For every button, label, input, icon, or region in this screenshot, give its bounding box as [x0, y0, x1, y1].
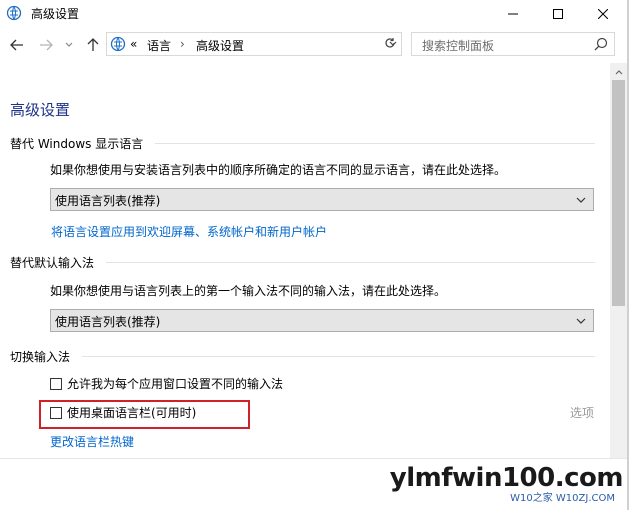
change-hotkey-link[interactable]: 更改语言栏热键	[50, 433, 134, 450]
refresh-icon	[384, 37, 396, 52]
search-placeholder: 搜索控制面板	[422, 39, 495, 53]
display-language-select-value: 使用语言列表(推荐)	[55, 194, 161, 208]
settings-content: 高级设置 替代 Windows 显示语言 如果你想使用与安装语言列表中的顺序所确…	[0, 63, 610, 458]
close-button[interactable]	[580, 0, 625, 27]
section-divider	[106, 262, 595, 263]
search-input[interactable]: 搜索控制面板	[411, 32, 615, 56]
display-language-select[interactable]: 使用语言列表(推荐)	[50, 188, 594, 211]
breadcrumb-overflow[interactable]: «	[130, 37, 137, 51]
breadcrumb-language[interactable]: 语言	[147, 37, 171, 54]
window-title: 高级设置	[31, 7, 80, 21]
language-bar-options-link[interactable]: 选项	[570, 404, 594, 421]
watermark-sub: W10之家 W10ZJ.COM	[510, 493, 615, 504]
display-language-heading: 替代 Windows 显示语言	[10, 137, 144, 151]
per-app-input-checkbox[interactable]	[50, 377, 62, 390]
annotation-highlight-box	[39, 400, 250, 429]
default-input-select[interactable]: 使用语言列表(推荐)	[50, 309, 594, 332]
up-arrow-icon[interactable]	[83, 35, 103, 55]
forward-arrow-icon[interactable]	[36, 35, 56, 55]
chevron-down-icon	[575, 194, 587, 206]
title-bar: 高级设置	[0, 0, 629, 27]
language-location-icon	[110, 36, 126, 52]
chevron-down-icon	[575, 315, 587, 327]
section-divider	[155, 143, 595, 144]
page-title: 高级设置	[10, 101, 71, 119]
display-language-description: 如果你想使用与安装语言列表中的顺序所确定的语言不同的显示语言，请在此处选择。	[50, 163, 507, 177]
address-bar[interactable]: « 语言 › 高级设置	[106, 32, 402, 56]
per-app-input-label: 允许我为每个应用窗口设置不同的输入法	[67, 377, 284, 391]
language-app-icon	[6, 5, 22, 21]
per-app-input-option[interactable]: 允许我为每个应用窗口设置不同的输入法	[50, 375, 283, 392]
scrollbar-thumb[interactable]	[612, 80, 625, 306]
maximize-button[interactable]	[535, 0, 580, 27]
default-input-description: 如果你想使用与语言列表上的第一个输入法不同的输入法，请在此处选择。	[50, 284, 447, 298]
apply-to-welcome-screen-link[interactable]: 将语言设置应用到欢迎屏幕、系统帐户和新用户帐户	[51, 223, 327, 240]
default-input-select-value: 使用语言列表(推荐)	[55, 315, 161, 329]
vertical-scrollbar[interactable]	[610, 63, 627, 458]
recent-locations-chevron-icon[interactable]	[62, 35, 76, 55]
breadcrumb-separator: ›	[180, 37, 185, 51]
breadcrumb-advanced-settings[interactable]: 高级设置	[196, 37, 244, 54]
site-watermark: ylmfwin100.com W10之家 W10ZJ.COM	[389, 463, 624, 505]
default-input-heading: 替代默认输入法	[10, 256, 95, 270]
minimize-button[interactable]	[490, 0, 535, 27]
back-arrow-icon[interactable]	[7, 35, 27, 55]
refresh-button[interactable]	[379, 32, 402, 56]
scroll-up-arrow-icon[interactable]	[610, 63, 627, 80]
switch-input-heading: 切换输入法	[10, 350, 71, 364]
section-divider	[82, 356, 595, 357]
search-icon[interactable]	[594, 37, 608, 51]
navigation-bar: « 语言 › 高级设置 搜索控制面板	[0, 27, 629, 63]
watermark-main: ylmfwin100.com	[389, 463, 624, 493]
